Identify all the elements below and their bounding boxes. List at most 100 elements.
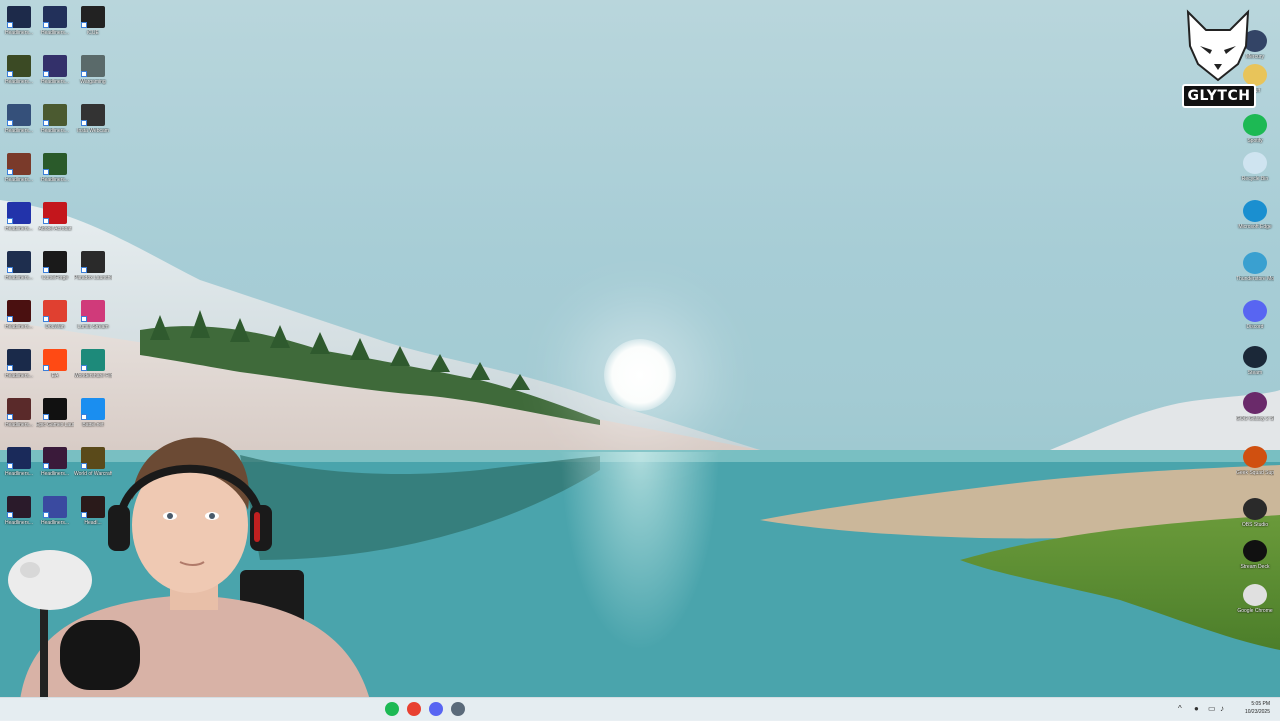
desktop-icon-left-20[interactable]: EA [36,349,74,379]
desktop-icon-left-11[interactable]: Headliners... [0,202,38,232]
desktop-icon-right-9[interactable]: Geek Squad Supporthome [1236,446,1274,476]
desktop-icon-left-2[interactable]: iCUE [74,6,112,36]
desktop-icon-left-5[interactable]: Wargaming [74,55,112,85]
desktop-icon-right-8[interactable]: GOG Galaxy 2 Shortcut [1236,392,1274,422]
app-icon [43,104,67,126]
desktop-icon-left-21[interactable]: Wondershare Filmora 14 [74,349,112,379]
desktop-icon-left-9[interactable]: Headliners... [0,153,38,183]
icon-label: Headliners... [40,79,70,85]
app-icon [7,300,31,322]
chrome-icon[interactable] [407,702,421,716]
app-icon [43,349,67,371]
app-icon [81,349,105,371]
app-icon [1243,252,1267,274]
app-icon [81,398,105,420]
app-icon [81,300,105,322]
app-icon [1243,200,1267,222]
app-icon [43,398,67,420]
desktop-icon-left-23[interactable]: Epic Games Launcher [36,398,74,428]
app-icon [7,104,31,126]
app-icon [43,251,67,273]
desktop-icon-right-6[interactable]: Discord [1236,300,1274,330]
desktop-icon-left-17[interactable]: DouWan [36,300,74,330]
settings-icon[interactable] [451,702,465,716]
app-icon [7,153,31,175]
app-icon [1243,392,1267,414]
app-icon [7,398,31,420]
icon-label: Steam [1247,370,1263,376]
icon-label: OBS Studio [1241,522,1269,528]
desktop-icon-right-12[interactable]: Google Chrome [1236,584,1274,614]
microphone-icon[interactable]: ● [1194,705,1202,713]
icon-label: Discord [1246,324,1264,330]
app-icon [7,349,31,371]
app-icon [43,55,67,77]
app-icon [7,202,31,224]
icon-label: Headliners... [40,30,70,36]
clock[interactable]: 5:05 PM 10/23/2025 [1245,700,1270,716]
desktop-icon-right-11[interactable]: Stream Deck [1236,540,1274,570]
icon-label: CurseForge [41,275,69,281]
desktop-icon-left-14[interactable]: CurseForge [36,251,74,281]
icon-label: Headliners... [40,177,70,183]
desktop-icon-left-6[interactable]: Headliners... [0,104,38,134]
desktop-icon-left-4[interactable]: Headliners... [36,55,74,85]
desktop-icon-left-22[interactable]: Headliners... [0,398,38,428]
icon-label: Recycle Bin [1241,176,1269,182]
icon-label: Headliners... [4,324,34,330]
app-icon [81,55,105,77]
app-icon [1243,152,1267,174]
desktop-icon-left-16[interactable]: Headliners... [0,300,38,330]
icon-label: Microsoft Edge [1238,224,1272,230]
desktop-icon-right-7[interactable]: Steam [1236,346,1274,376]
app-icon [81,104,105,126]
discord-icon[interactable] [429,702,443,716]
app-icon [81,6,105,28]
icon-label: Google Chrome [1237,608,1273,614]
icon-label: Headliners... [4,79,34,85]
desktop-icon-left-12[interactable]: Adobe Acrobat [36,202,74,232]
desktop-icon-left-3[interactable]: Headliners... [0,55,38,85]
icon-label: Geek Squad Supporthome [1236,470,1274,476]
desktop-icon-left-13[interactable]: Headliners... [0,251,38,281]
app-icon [1243,540,1267,562]
app-icon [1243,346,1267,368]
webcam-feed [8,437,370,700]
icon-label: Wargaming [80,79,106,85]
icon-label: Paradox Launcher v2 [74,275,112,281]
desktop-icon-right-10[interactable]: OBS Studio [1236,498,1274,528]
icon-label: Stream Deck [1240,564,1270,570]
desktop-icon-right-2[interactable]: Spotify [1236,114,1274,144]
app-icon [1243,300,1267,322]
app-icon [1243,498,1267,520]
desktop-icon-left-1[interactable]: Headliners... [36,6,74,36]
icon-label: Battle.net [82,422,104,428]
app-icon [43,202,67,224]
icon-label: EA [51,373,59,379]
clock-time: 5:05 PM [1251,701,1270,707]
app-icon [7,55,31,77]
desktop-icon-right-4[interactable]: Microsoft Edge [1236,200,1274,230]
desktop-icon-left-24[interactable]: Battle.net [74,398,112,428]
icon-label: iCUE [87,30,99,36]
desktop-icon-left-15[interactable]: Paradox Launcher v2 [74,251,112,281]
desktop-icon-right-3[interactable]: Recycle Bin [1236,152,1274,182]
app-icon [1243,446,1267,468]
desktop-icon-left-18[interactable]: Lumia Stream [74,300,112,330]
icon-label: Headliners... [4,177,34,183]
desktop-icon-right-5[interactable]: Thunderstore Mod Manag... [1236,252,1274,282]
monitor-icon[interactable]: ▭ [1208,705,1216,713]
chevron-up-icon[interactable]: ^ [1178,705,1186,713]
icon-label: Lumia Stream [77,324,109,330]
app-icon [1243,114,1267,136]
desktop-icon-left-0[interactable]: Headliners... [0,6,38,36]
desktop-icon-left-10[interactable]: Headliners... [36,153,74,183]
icon-label: Headliners... [4,30,34,36]
desktop-icon-left-7[interactable]: Headliners... [36,104,74,134]
brand-label: GLYTCH [1182,84,1256,108]
desktop-icon-left-8[interactable]: Insta Webcam [74,104,112,134]
icon-label: Headliners... [4,226,34,232]
spotify-icon[interactable] [385,702,399,716]
speaker-icon[interactable]: ♪ [1220,705,1228,713]
desktop-icon-left-19[interactable]: Headliners... [0,349,38,379]
